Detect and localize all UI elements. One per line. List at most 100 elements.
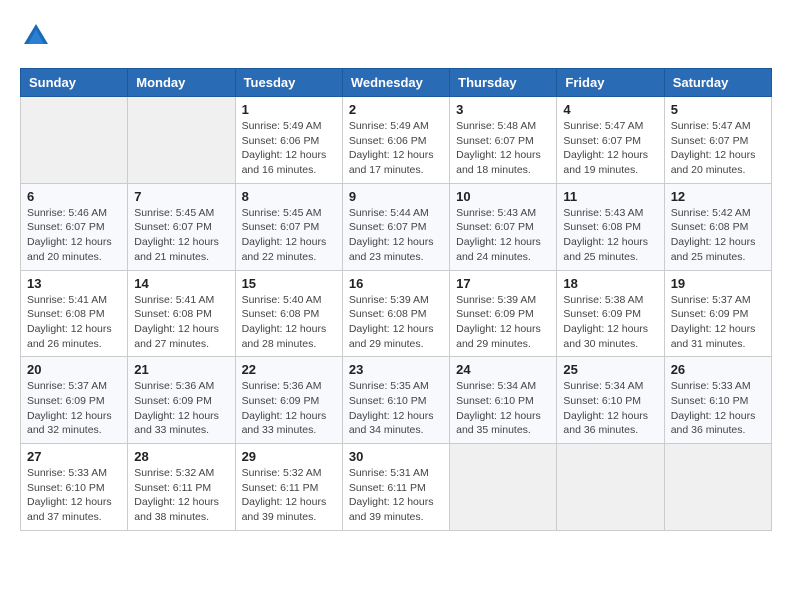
calendar-cell: 19Sunrise: 5:37 AM Sunset: 6:09 PM Dayli… xyxy=(664,270,771,357)
day-number: 28 xyxy=(134,449,228,464)
calendar-cell xyxy=(128,97,235,184)
day-info: Sunrise: 5:43 AM Sunset: 6:07 PM Dayligh… xyxy=(456,206,550,265)
calendar-cell: 15 Sunrise: 5:40 AM Sunset: 6:08 PM Dayli… xyxy=(235,270,342,357)
header-day-monday: Monday xyxy=(128,69,235,97)
calendar-cell: 20 Sunrise: 5:37 AM Sunset: 6:09 PM Dayli… xyxy=(21,357,128,444)
day-info: Sunrise: 5:37 AM Sunset: 6:09 PM Dayligh… xyxy=(27,379,121,438)
calendar-cell xyxy=(557,444,664,531)
page-header xyxy=(20,20,772,52)
day-number: 15 xyxy=(242,276,336,291)
day-number: 19 xyxy=(671,276,765,291)
day-number: 5 xyxy=(671,102,765,117)
calendar-cell: 3Sunrise: 5:48 AM Sunset: 6:07 PM Daylig… xyxy=(450,97,557,184)
header-day-thursday: Thursday xyxy=(450,69,557,97)
day-info: Sunrise: 5:43 AM Sunset: 6:08 PM Dayligh… xyxy=(563,206,657,265)
header-day-wednesday: Wednesday xyxy=(342,69,449,97)
day-number: 21 xyxy=(134,362,228,377)
calendar-body: 1 Sunrise: 5:49 AM Sunset: 6:06 PM Daylig… xyxy=(21,97,772,531)
day-number: 6 xyxy=(27,189,121,204)
logo xyxy=(20,20,56,52)
calendar-cell: 13Sunrise: 5:41 AM Sunset: 6:08 PM Dayli… xyxy=(21,270,128,357)
day-info: Sunrise: 5:42 AM Sunset: 6:08 PM Dayligh… xyxy=(671,206,765,265)
calendar-cell: 14 Sunrise: 5:41 AM Sunset: 6:08 PM Dayli… xyxy=(128,270,235,357)
calendar-cell: 30Sunrise: 5:31 AM Sunset: 6:11 PM Dayli… xyxy=(342,444,449,531)
day-number: 12 xyxy=(671,189,765,204)
day-number: 29 xyxy=(242,449,336,464)
calendar-cell: 28 Sunrise: 5:32 AM Sunset: 6:11 PM Dayli… xyxy=(128,444,235,531)
day-number: 11 xyxy=(563,189,657,204)
calendar-cell xyxy=(664,444,771,531)
day-number: 2 xyxy=(349,102,443,117)
calendar-cell: 10 Sunrise: 5:43 AM Sunset: 6:07 PM Dayli… xyxy=(450,183,557,270)
day-number: 9 xyxy=(349,189,443,204)
calendar-cell: 29 Sunrise: 5:32 AM Sunset: 6:11 PM Dayli… xyxy=(235,444,342,531)
day-info: Sunrise: 5:46 AM Sunset: 6:07 PM Dayligh… xyxy=(27,206,121,265)
week-row-3: 13 Sunrise: 5:41 AM Sunset: 6:08 PM Dayli… xyxy=(21,270,772,357)
day-info: Sunrise: 5:45 AM Sunset: 6:07 PM Dayligh… xyxy=(134,206,228,265)
calendar-cell: 24 Sunrise: 5:34 AM Sunset: 6:10 PM Dayli… xyxy=(450,357,557,444)
day-info: Sunrise: 5:33 AM Sunset: 6:10 PM Dayligh… xyxy=(671,379,765,438)
day-number: 4 xyxy=(563,102,657,117)
calendar-cell: 9 Sunrise: 5:44 AM Sunset: 6:07 PM Daylig… xyxy=(342,183,449,270)
calendar-cell xyxy=(450,444,557,531)
day-number: 17 xyxy=(456,276,550,291)
day-number: 14 xyxy=(134,276,228,291)
day-number: 23 xyxy=(349,362,443,377)
calendar-cell: 18 Sunrise: 5:38 AM Sunset: 6:09 PM Dayli… xyxy=(557,270,664,357)
day-info: Sunrise: 5:39 AM Sunset: 6:09 PM Dayligh… xyxy=(456,293,550,352)
logo-icon xyxy=(20,20,52,52)
day-number: 16 xyxy=(349,276,443,291)
calendar-cell: 2Sunrise: 5:49 AM Sunset: 6:06 PM Daylig… xyxy=(342,97,449,184)
calendar-cell: 26Sunrise: 5:33 AM Sunset: 6:10 PM Dayli… xyxy=(664,357,771,444)
calendar-cell xyxy=(21,97,128,184)
day-info: Sunrise: 5:47 AM Sunset: 6:07 PM Dayligh… xyxy=(671,119,765,178)
day-info: Sunrise: 5:47 AM Sunset: 6:07 PM Dayligh… xyxy=(563,119,657,178)
day-number: 1 xyxy=(242,102,336,117)
calendar-cell: 1 Sunrise: 5:49 AM Sunset: 6:06 PM Daylig… xyxy=(235,97,342,184)
day-info: Sunrise: 5:36 AM Sunset: 6:09 PM Dayligh… xyxy=(134,379,228,438)
day-info: Sunrise: 5:36 AM Sunset: 6:09 PM Dayligh… xyxy=(242,379,336,438)
header-day-saturday: Saturday xyxy=(664,69,771,97)
calendar-cell: 16Sunrise: 5:39 AM Sunset: 6:08 PM Dayli… xyxy=(342,270,449,357)
day-info: Sunrise: 5:41 AM Sunset: 6:08 PM Dayligh… xyxy=(134,293,228,352)
calendar-cell: 25Sunrise: 5:34 AM Sunset: 6:10 PM Dayli… xyxy=(557,357,664,444)
calendar-cell: 11 Sunrise: 5:43 AM Sunset: 6:08 PM Dayli… xyxy=(557,183,664,270)
calendar-cell: 5 Sunrise: 5:47 AM Sunset: 6:07 PM Daylig… xyxy=(664,97,771,184)
day-info: Sunrise: 5:49 AM Sunset: 6:06 PM Dayligh… xyxy=(242,119,336,178)
day-info: Sunrise: 5:33 AM Sunset: 6:10 PM Dayligh… xyxy=(27,466,121,525)
calendar-cell: 12 Sunrise: 5:42 AM Sunset: 6:08 PM Dayli… xyxy=(664,183,771,270)
day-number: 13 xyxy=(27,276,121,291)
day-number: 3 xyxy=(456,102,550,117)
calendar-cell: 7Sunrise: 5:45 AM Sunset: 6:07 PM Daylig… xyxy=(128,183,235,270)
header-day-sunday: Sunday xyxy=(21,69,128,97)
header-row: SundayMondayTuesdayWednesdayThursdayFrid… xyxy=(21,69,772,97)
day-info: Sunrise: 5:34 AM Sunset: 6:10 PM Dayligh… xyxy=(456,379,550,438)
calendar-cell: 23Sunrise: 5:35 AM Sunset: 6:10 PM Dayli… xyxy=(342,357,449,444)
week-row-2: 6 Sunrise: 5:46 AM Sunset: 6:07 PM Daylig… xyxy=(21,183,772,270)
calendar-table: SundayMondayTuesdayWednesdayThursdayFrid… xyxy=(20,68,772,531)
day-info: Sunrise: 5:44 AM Sunset: 6:07 PM Dayligh… xyxy=(349,206,443,265)
calendar-cell: 4 Sunrise: 5:47 AM Sunset: 6:07 PM Daylig… xyxy=(557,97,664,184)
week-row-4: 20 Sunrise: 5:37 AM Sunset: 6:09 PM Dayli… xyxy=(21,357,772,444)
day-number: 30 xyxy=(349,449,443,464)
calendar-cell: 17 Sunrise: 5:39 AM Sunset: 6:09 PM Dayli… xyxy=(450,270,557,357)
header-day-tuesday: Tuesday xyxy=(235,69,342,97)
calendar-cell: 21 Sunrise: 5:36 AM Sunset: 6:09 PM Dayli… xyxy=(128,357,235,444)
week-row-5: 27 Sunrise: 5:33 AM Sunset: 6:10 PM Dayli… xyxy=(21,444,772,531)
calendar-header: SundayMondayTuesdayWednesdayThursdayFrid… xyxy=(21,69,772,97)
day-number: 27 xyxy=(27,449,121,464)
day-info: Sunrise: 5:32 AM Sunset: 6:11 PM Dayligh… xyxy=(242,466,336,525)
day-info: Sunrise: 5:45 AM Sunset: 6:07 PM Dayligh… xyxy=(242,206,336,265)
day-number: 10 xyxy=(456,189,550,204)
calendar-cell: 8 Sunrise: 5:45 AM Sunset: 6:07 PM Daylig… xyxy=(235,183,342,270)
day-number: 20 xyxy=(27,362,121,377)
day-number: 25 xyxy=(563,362,657,377)
day-number: 22 xyxy=(242,362,336,377)
day-number: 24 xyxy=(456,362,550,377)
header-day-friday: Friday xyxy=(557,69,664,97)
day-info: Sunrise: 5:32 AM Sunset: 6:11 PM Dayligh… xyxy=(134,466,228,525)
day-info: Sunrise: 5:40 AM Sunset: 6:08 PM Dayligh… xyxy=(242,293,336,352)
day-number: 8 xyxy=(242,189,336,204)
day-number: 18 xyxy=(563,276,657,291)
day-info: Sunrise: 5:38 AM Sunset: 6:09 PM Dayligh… xyxy=(563,293,657,352)
